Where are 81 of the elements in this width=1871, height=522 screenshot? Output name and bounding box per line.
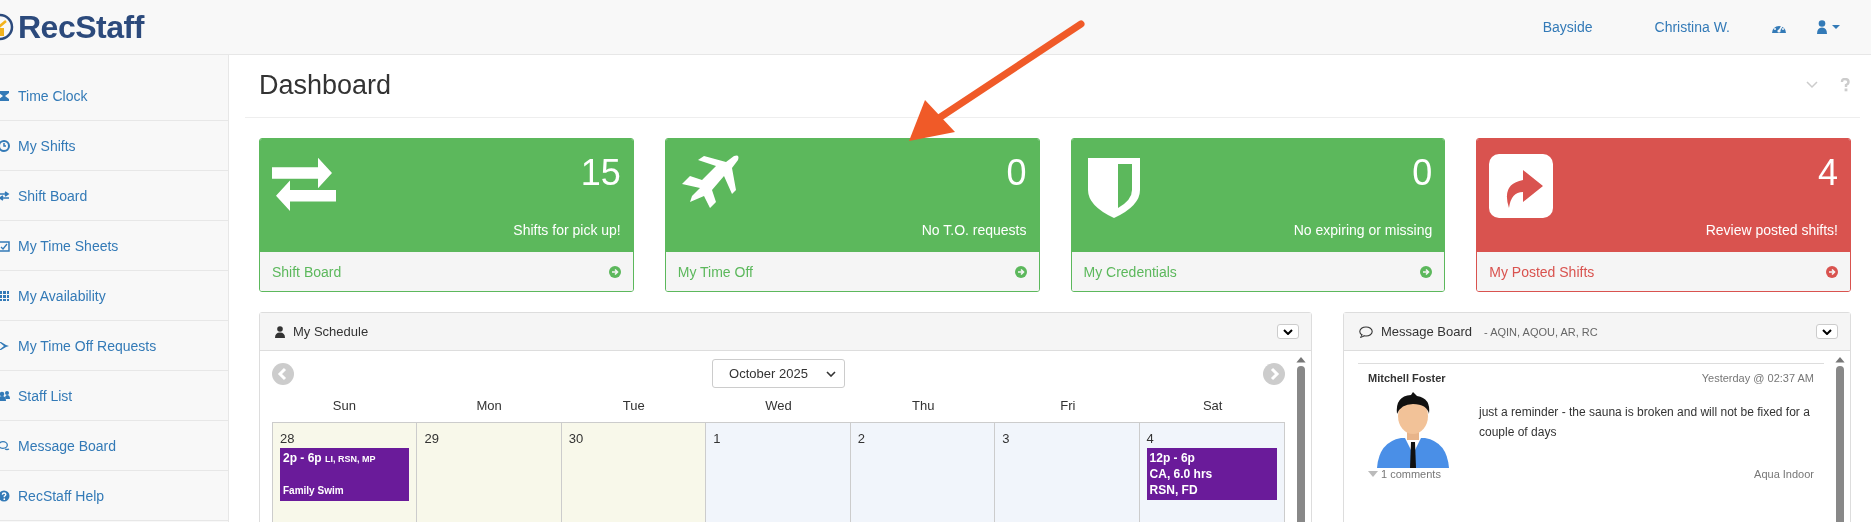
- collapse-button[interactable]: [1816, 324, 1838, 339]
- chevron-down-icon: [1283, 328, 1293, 335]
- card-count: 0: [1412, 154, 1433, 192]
- day-cell[interactable]: 4 12p - 6p CA, 6.0 hrs RSN, FD: [1139, 423, 1284, 522]
- arrow-circle-icon: [1826, 265, 1838, 278]
- logo-text[interactable]: RecStaff: [18, 8, 144, 46]
- arrow-circle-icon: [1420, 265, 1433, 278]
- card-count: 15: [580, 154, 621, 192]
- day-cell[interactable]: 1: [706, 423, 851, 522]
- card-link[interactable]: My Posted Shifts: [1477, 252, 1850, 291]
- chevron-down-icon: [1822, 328, 1832, 335]
- weekday-label: Thu: [911, 398, 936, 413]
- collapse-button[interactable]: [1277, 324, 1299, 339]
- panel-title: My Schedule: [293, 324, 369, 339]
- card-caption: Review posted shifts!: [1705, 222, 1838, 238]
- nav-link[interactable]: Christina W.: [1623, 19, 1761, 35]
- person-icon: [275, 325, 285, 338]
- calendar-icon: [0, 239, 10, 252]
- caret-icon: [825, 370, 836, 377]
- weekday-label: Mon: [475, 398, 503, 413]
- page-title: Dashboard: [259, 69, 392, 101]
- card-link[interactable]: My Time Off: [665, 252, 1039, 291]
- scroll-up-icon[interactable]: [1296, 357, 1306, 363]
- hourglass-icon: [0, 89, 10, 102]
- comments-link[interactable]: 1 comments: [1368, 468, 1441, 480]
- schedule-event[interactable]: 2p - 6p LI, RSN, MP Family Swim: [280, 448, 410, 501]
- weekday-label: Sat: [1201, 398, 1224, 413]
- day-cell[interactable]: 2: [850, 423, 996, 522]
- sidebar-item[interactable]: Message Board: [0, 421, 228, 471]
- sidebar-item[interactable]: My Time Sheets: [0, 221, 228, 271]
- day-number: 2: [857, 431, 866, 446]
- weekday-label: Wed: [764, 398, 793, 413]
- arrow-circle-icon: [1014, 265, 1027, 278]
- post-location: Aqua Indoor: [1754, 468, 1814, 480]
- card-count: 4: [1817, 154, 1838, 192]
- day-cell[interactable]: 28 2p - 6p LI, RSN, MP Family Swim: [273, 423, 418, 522]
- scroll-up-icon[interactable]: [1835, 357, 1845, 363]
- clock-icon: [0, 139, 10, 152]
- day-number: 28: [280, 431, 296, 446]
- people-icon: [0, 389, 10, 402]
- panel-title: Message Board: [1381, 324, 1473, 339]
- sidebar-item[interactable]: RecStaff Help: [0, 471, 228, 521]
- sidebar-item[interactable]: My Availability: [0, 271, 228, 321]
- sidebar-item[interactable]: My Time Off Requests: [0, 321, 228, 371]
- card-count: 0: [1006, 154, 1027, 192]
- post-author: Mitchell Foster: [1368, 372, 1446, 384]
- day-cell[interactable]: 29: [417, 423, 562, 522]
- user-menu-icon[interactable]: [1817, 20, 1841, 34]
- card-caption: Shifts for pick up!: [513, 222, 621, 238]
- weekday-label: Sun: [331, 398, 357, 413]
- avatar-icon: [1377, 392, 1449, 468]
- post-text: just a reminder - the sauna is broken and will not be fixed for a couple of days: [1479, 404, 1811, 441]
- caret-icon: [1368, 471, 1378, 477]
- arrows-icon: [0, 189, 10, 202]
- day-number: 29: [424, 431, 440, 446]
- day-number: 1: [713, 431, 722, 446]
- sidebar-item[interactable]: Shift Board: [0, 171, 228, 221]
- post-time: Yesterday @ 02:37 AM: [1701, 372, 1814, 384]
- sidebar-item[interactable]: My Shifts: [0, 121, 228, 171]
- weekday-label: Fri: [1059, 398, 1077, 413]
- day-number: 30: [568, 431, 585, 446]
- weekday-label: Tue: [621, 398, 646, 413]
- logo-icon: [0, 13, 16, 41]
- day-cell[interactable]: 30: [561, 423, 707, 522]
- speech-bubble-icon: [1359, 325, 1373, 338]
- nav-link[interactable]: Bayside: [1511, 19, 1624, 35]
- sidebar-item[interactable]: Staff List: [0, 371, 228, 421]
- card-link[interactable]: Shift Board: [260, 252, 633, 291]
- day-cell[interactable]: 3: [995, 423, 1140, 522]
- month-select[interactable]: October 2025: [712, 359, 845, 388]
- group-codes: - AQIN, AQOU, AR, RC: [1484, 325, 1598, 338]
- card-caption: No T.O. requests: [921, 222, 1027, 238]
- share-icon: [1489, 154, 1554, 218]
- day-number: 4: [1146, 431, 1155, 446]
- sidebar-item[interactable]: Time Clock: [0, 71, 228, 121]
- schedule-event[interactable]: 12p - 6p CA, 6.0 hrs RSN, FD: [1146, 448, 1277, 500]
- card-link[interactable]: My Credentials: [1071, 252, 1445, 291]
- arrow-circle-icon: [608, 265, 621, 278]
- day-number: 3: [1002, 431, 1011, 446]
- grid-icon: [0, 289, 10, 302]
- card-caption: No expiring or missing: [1293, 222, 1433, 238]
